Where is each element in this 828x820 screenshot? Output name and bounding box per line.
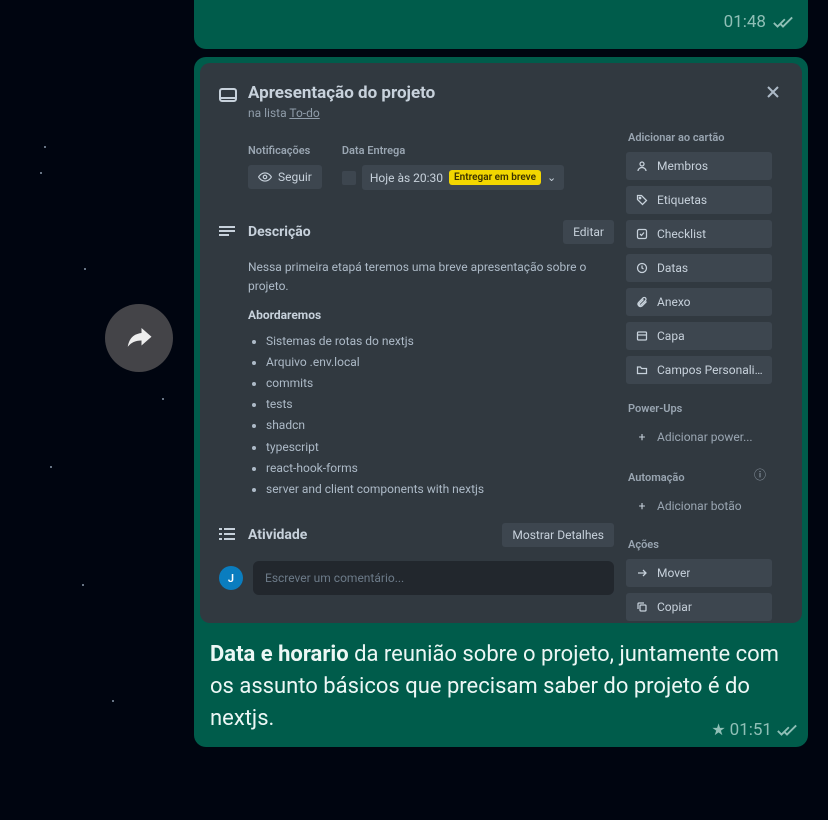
add-powerup-button[interactable]: + Adicionar power... bbox=[626, 423, 772, 451]
avatar[interactable]: J bbox=[219, 566, 243, 590]
arrow-right-icon bbox=[635, 566, 649, 580]
due-soon-badge: Entregar em breve bbox=[449, 170, 541, 185]
comment-row: J Escrever um comentário... bbox=[219, 561, 614, 595]
message-time: 01:48 bbox=[724, 12, 766, 32]
sidebar-attachment-button[interactable]: Anexo bbox=[626, 288, 772, 316]
user-icon bbox=[635, 159, 649, 173]
eye-icon bbox=[258, 172, 272, 182]
add-automation-button[interactable]: + Adicionar botão bbox=[626, 492, 772, 520]
plus-icon: + bbox=[635, 499, 649, 513]
sidebar-custom-fields-button[interactable]: Campos Personaliz... bbox=[626, 356, 772, 384]
tag-icon bbox=[635, 193, 649, 207]
sidebar-cover-button[interactable]: Capa bbox=[626, 322, 772, 350]
plus-icon: + bbox=[635, 430, 649, 444]
message-time: 01:51 bbox=[730, 720, 772, 740]
sidebar-heading-powerups: Power-Ups bbox=[628, 402, 772, 415]
sidebar-dates-button[interactable]: Datas bbox=[626, 254, 772, 282]
card-main-column: Apresentação do projeto na lista To-do N… bbox=[200, 63, 626, 607]
notifications-label: Notificações bbox=[248, 144, 322, 157]
sidebar-heading-actions: Ações bbox=[628, 538, 772, 551]
due-date-checkbox[interactable] bbox=[342, 171, 356, 185]
cover-icon bbox=[635, 329, 649, 343]
list-item: commits bbox=[266, 374, 614, 393]
list-item: typescript bbox=[266, 438, 614, 457]
activity-title: Atividade bbox=[248, 527, 307, 543]
list-item: server and client components with nextjs bbox=[266, 480, 614, 499]
attachment-icon bbox=[635, 295, 649, 309]
description-list: Sistemas de rotas do nextjs Arquivo .env… bbox=[266, 332, 614, 500]
edit-description-button[interactable]: Editar bbox=[563, 220, 614, 244]
card-header: Apresentação do projeto na lista To-do bbox=[219, 83, 614, 120]
list-link[interactable]: To-do bbox=[289, 106, 319, 120]
sidebar-heading-automation: Automação bbox=[628, 471, 685, 484]
list-item: Arquivo .env.local bbox=[266, 353, 614, 372]
list-item: Sistemas de rotas do nextjs bbox=[266, 332, 614, 351]
star-icon: ★ bbox=[711, 720, 725, 739]
description-icon bbox=[219, 223, 237, 242]
due-date-button[interactable]: Hoje às 20:30 Entregar em breve ⌄ bbox=[362, 165, 564, 190]
description-subheading: Abordaremos bbox=[248, 306, 614, 325]
sidebar-move-button[interactable]: Mover bbox=[626, 559, 772, 587]
follow-button[interactable]: Seguir bbox=[248, 165, 322, 189]
double-check-icon bbox=[772, 11, 794, 33]
activity-icon bbox=[219, 526, 237, 545]
clock-icon bbox=[635, 261, 649, 275]
description-title: Descrição bbox=[248, 224, 311, 240]
chevron-down-icon: ⌄ bbox=[547, 171, 556, 184]
share-arrow-icon bbox=[124, 323, 154, 353]
folder-icon bbox=[635, 363, 649, 377]
activity-header: Atividade Mostrar Detalhes bbox=[219, 523, 614, 547]
card-sidebar: Adicionar ao cartão Membros Etiquetas Ch… bbox=[626, 63, 772, 623]
sidebar-heading-add: Adicionar ao cartão bbox=[628, 131, 772, 144]
copy-icon bbox=[635, 600, 649, 614]
previous-bubble-footer: 01:48 bbox=[194, 0, 808, 49]
list-item: tests bbox=[266, 395, 614, 414]
description-header: Descrição Editar bbox=[219, 220, 614, 244]
card-title[interactable]: Apresentação do projeto bbox=[248, 83, 435, 103]
trello-card-modal: Apresentação do projeto na lista To-do N… bbox=[200, 63, 802, 623]
show-details-button[interactable]: Mostrar Detalhes bbox=[502, 523, 614, 547]
sidebar-labels-button[interactable]: Etiquetas bbox=[626, 186, 772, 214]
card-meta-row: Notificações Seguir Data Entrega Hoje às… bbox=[248, 144, 614, 190]
card-icon bbox=[219, 87, 237, 106]
sidebar-copy-button[interactable]: Copiar bbox=[626, 593, 772, 621]
list-item: shadcn bbox=[266, 416, 614, 435]
card-list-location: na lista To-do bbox=[248, 106, 435, 120]
list-item: react-hook-forms bbox=[266, 459, 614, 478]
due-date-label: Data Entrega bbox=[342, 144, 564, 157]
sidebar-checklist-button[interactable]: Checklist bbox=[626, 220, 772, 248]
message-bubble: Apresentação do projeto na lista To-do N… bbox=[194, 57, 808, 747]
sidebar-members-button[interactable]: Membros bbox=[626, 152, 772, 180]
share-button[interactable] bbox=[105, 304, 173, 372]
message-footer: ★ 01:51 bbox=[200, 719, 802, 741]
comment-input[interactable]: Escrever um comentário... bbox=[253, 561, 614, 595]
description-intro: Nessa primeira etapá teremos uma breve a… bbox=[248, 258, 614, 296]
checklist-icon bbox=[635, 227, 649, 241]
double-check-icon bbox=[776, 719, 798, 741]
info-icon[interactable]: ⓘ bbox=[754, 466, 766, 483]
description-body[interactable]: Nessa primeira etapá teremos uma breve a… bbox=[248, 258, 614, 499]
